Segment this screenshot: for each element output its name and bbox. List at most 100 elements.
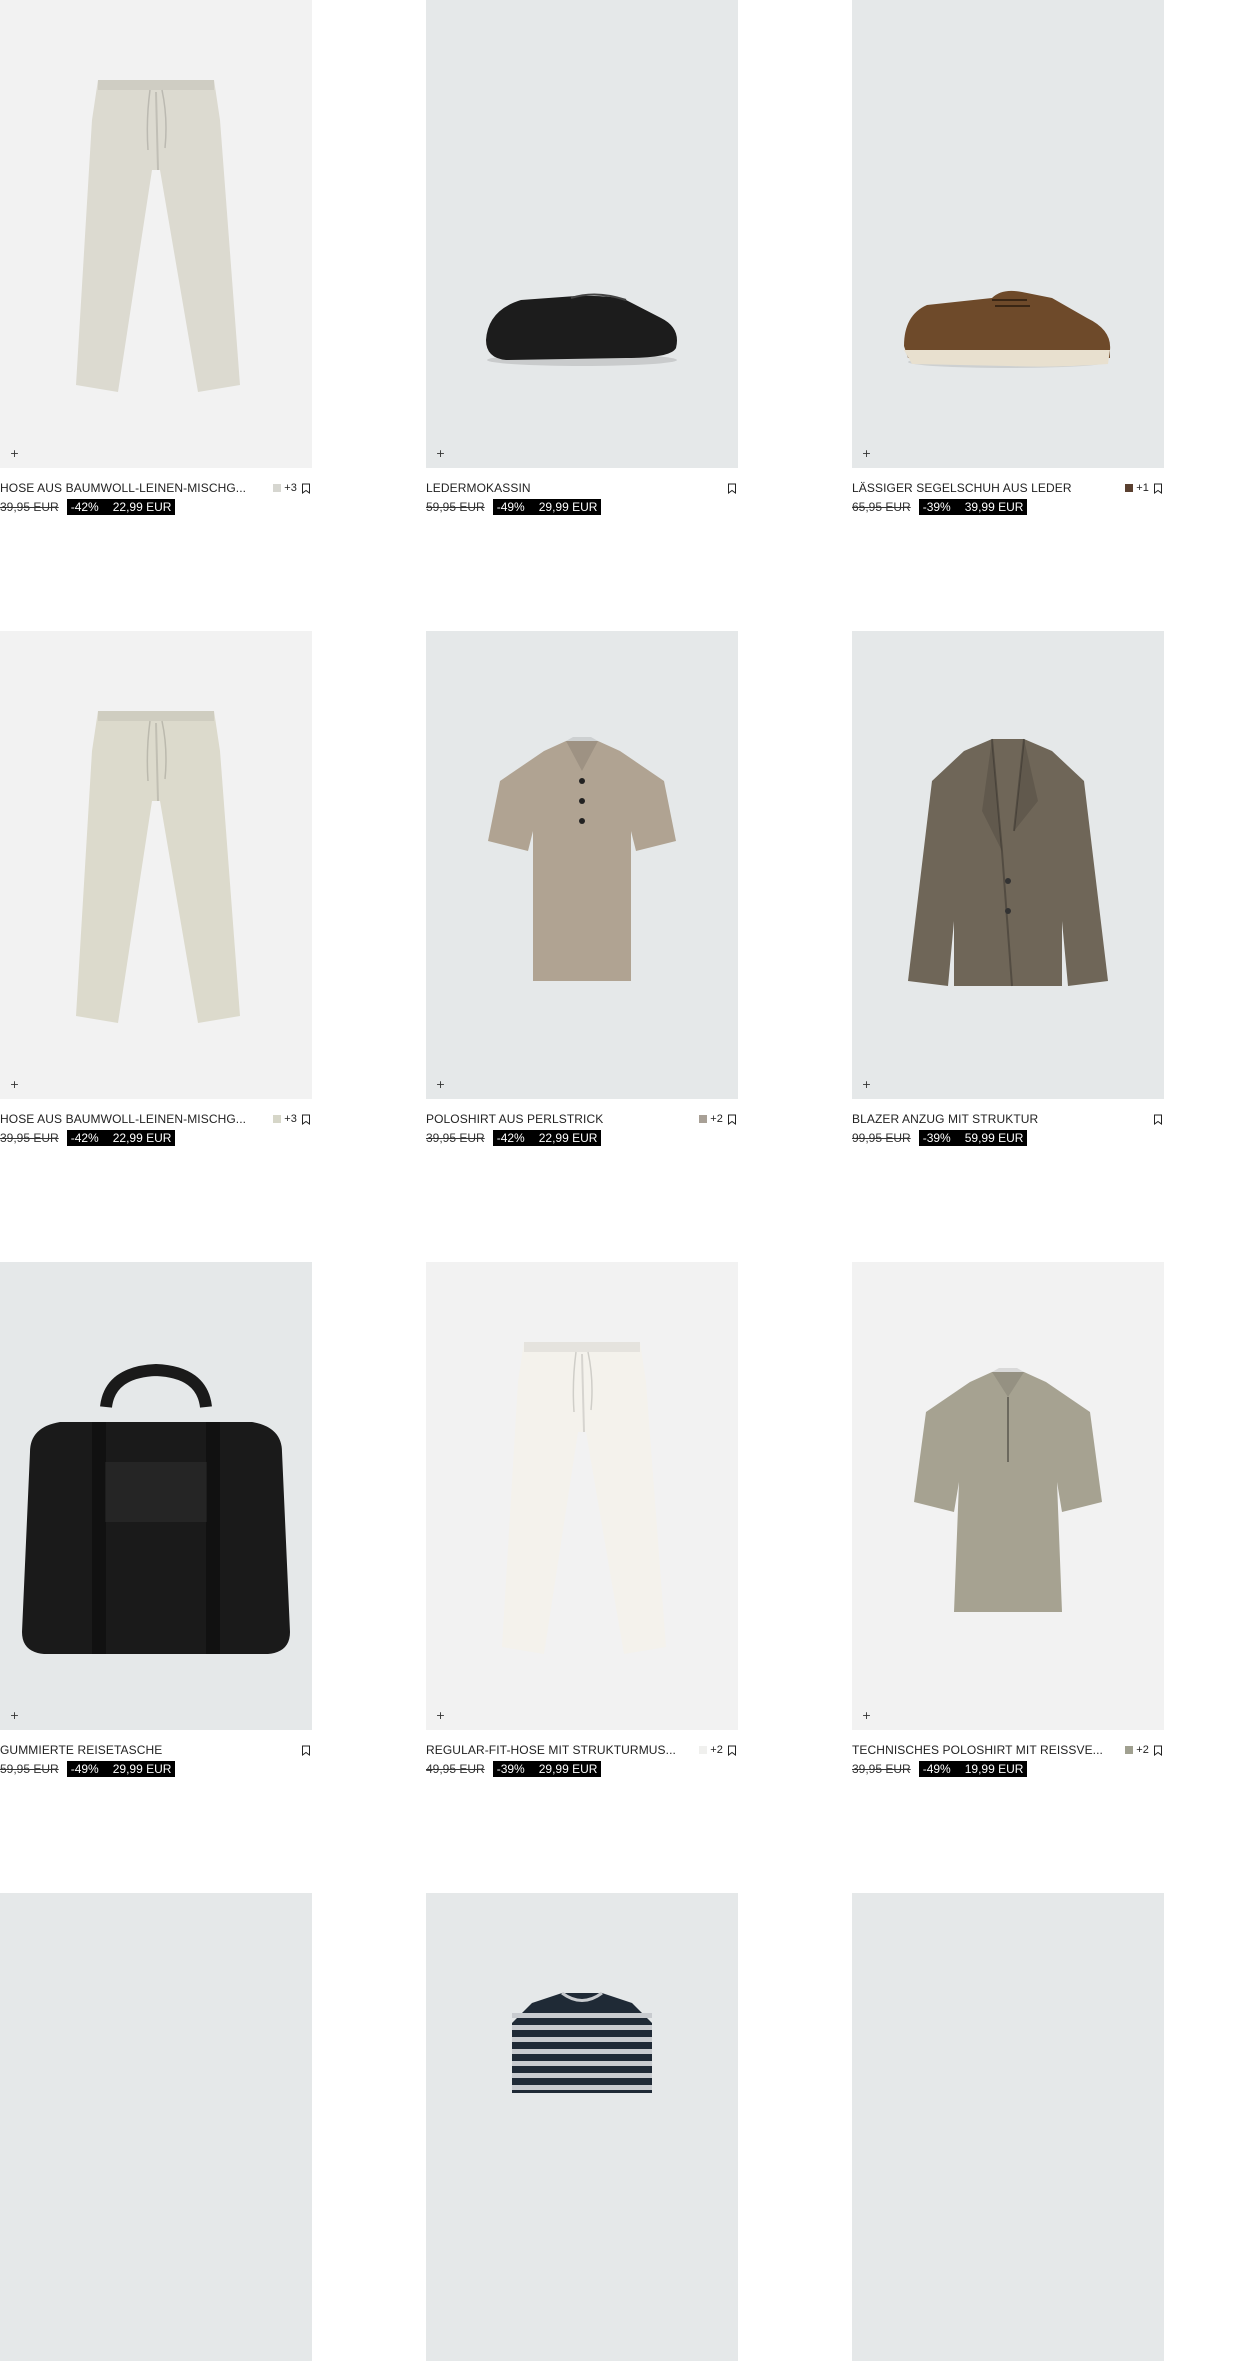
product-image[interactable]: + xyxy=(0,1262,312,1730)
product-card[interactable]: + LÄSSIGER SEGELSCHUH AUS LEDER +1 65,95 EU… xyxy=(852,0,1164,515)
bookmark-icon[interactable] xyxy=(727,1745,737,1756)
zip-polo-icon xyxy=(914,1368,1102,1612)
product-card[interactable]: + POLOSHIRT AUS PERLSTRICK +2 39,95 EUR -42%… xyxy=(426,631,738,1146)
product-info: GUMMIERTE REISETASCHE 59,95 EUR -49% 29,99 … xyxy=(0,1730,312,1777)
quick-add-icon[interactable]: + xyxy=(435,448,446,459)
price-row: 65,95 EUR -39% 39,99 EUR xyxy=(852,499,1028,515)
product-info: HOSE AUS BAUMWOLL-LEINEN-MISCHG... +3 39,9… xyxy=(0,468,312,515)
product-card[interactable]: + HOSE AUS BAUMWOLL-LEINEN-MISCHG... +3 39,… xyxy=(0,0,312,515)
sale-price: 59,99 EUR xyxy=(954,1130,1028,1146)
product-info: HOSE AUS BAUMWOLL-LEINEN-MISCHG... +3 39,9… xyxy=(0,1099,312,1146)
original-price: 59,95 EUR xyxy=(0,1762,59,1776)
price-row: 39,95 EUR -42% 22,99 EUR xyxy=(0,1130,176,1146)
quick-add-icon[interactable]: + xyxy=(861,448,872,459)
color-swatch[interactable] xyxy=(699,1746,708,1754)
bookmark-icon[interactable] xyxy=(727,483,737,494)
quick-add-icon[interactable]: + xyxy=(9,1710,20,1721)
bookmark-icon[interactable] xyxy=(301,483,311,494)
bookmark-icon[interactable] xyxy=(301,1745,311,1756)
sale-price: 22,99 EUR xyxy=(102,499,176,515)
product-title-row: GUMMIERTE REISETASCHE xyxy=(0,1743,312,1757)
product-image[interactable] xyxy=(0,1893,312,2361)
product-title[interactable]: REGULAR-FIT-HOSE MIT STRUKTURMUS... xyxy=(426,1743,693,1757)
boat-shoe-icon xyxy=(904,290,1111,368)
sale-price: 29,99 EUR xyxy=(528,1761,602,1777)
color-swatch[interactable] xyxy=(1125,484,1134,492)
product-title-row: HOSE AUS BAUMWOLL-LEINEN-MISCHG... +3 xyxy=(0,1112,312,1126)
quick-add-icon[interactable]: + xyxy=(9,1079,20,1090)
original-price: 59,95 EUR xyxy=(426,500,485,514)
product-title-row: REGULAR-FIT-HOSE MIT STRUKTURMUS... +2 xyxy=(426,1743,738,1757)
product-title-row: TECHNISCHES POLOSHIRT MIT REISSVE... +2 xyxy=(852,1743,1164,1757)
quick-add-icon[interactable]: + xyxy=(861,1079,872,1090)
product-title[interactable]: BLAZER ANZUG MIT STRUKTUR xyxy=(852,1112,1149,1126)
product-image[interactable]: + xyxy=(426,1262,738,1730)
product-image[interactable]: + xyxy=(0,0,312,468)
quick-add-icon[interactable]: + xyxy=(435,1079,446,1090)
product-image[interactable]: + xyxy=(852,1262,1164,1730)
product-card[interactable]: + TECHNISCHES POLOSHIRT MIT REISSVE... +2 3… xyxy=(852,1262,1164,1777)
product-title[interactable]: LÄSSIGER SEGELSCHUH AUS LEDER xyxy=(852,481,1119,495)
product-image[interactable]: + xyxy=(426,631,738,1099)
discount-badge: -49% xyxy=(492,499,529,515)
striped-sweater-icon xyxy=(512,1991,652,2093)
color-swatch[interactable] xyxy=(273,1115,282,1123)
price-row: 39,95 EUR -49% 19,99 EUR xyxy=(852,1761,1028,1777)
product-title[interactable]: LEDERMOKASSIN xyxy=(426,481,723,495)
bookmark-icon[interactable] xyxy=(301,1114,311,1125)
more-colors-count: +2 xyxy=(710,1744,723,1756)
bookmark-icon[interactable] xyxy=(1153,1745,1163,1756)
product-image[interactable] xyxy=(852,1893,1164,2361)
polo-icon xyxy=(488,737,676,981)
more-colors-count: +2 xyxy=(1136,1744,1149,1756)
product-card[interactable] xyxy=(852,1893,1164,2361)
quick-add-icon[interactable]: + xyxy=(861,1710,872,1721)
more-colors-count: +1 xyxy=(1136,482,1149,494)
product-card[interactable]: + BLAZER ANZUG MIT STRUKTUR 99,95 EUR -39% 5… xyxy=(852,631,1164,1146)
product-info: LEDERMOKASSIN 59,95 EUR -49% 29,99 EUR xyxy=(426,468,738,515)
bookmark-icon[interactable] xyxy=(1153,1114,1163,1125)
color-swatch[interactable] xyxy=(1125,1746,1134,1754)
quick-add-icon[interactable]: + xyxy=(435,1710,446,1721)
product-image[interactable]: + xyxy=(426,0,738,468)
product-title-row: POLOSHIRT AUS PERLSTRICK +2 xyxy=(426,1112,738,1126)
product-title[interactable]: HOSE AUS BAUMWOLL-LEINEN-MISCHG... xyxy=(0,1112,267,1126)
product-card[interactable]: + REGULAR-FIT-HOSE MIT STRUKTURMUS... +2 49… xyxy=(426,1262,738,1777)
price-row: 99,95 EUR -39% 59,99 EUR xyxy=(852,1130,1028,1146)
product-title[interactable]: GUMMIERTE REISETASCHE xyxy=(0,1743,297,1757)
quick-add-icon[interactable]: + xyxy=(9,448,20,459)
discount-badge: -49% xyxy=(66,1761,103,1777)
product-title-row: HOSE AUS BAUMWOLL-LEINEN-MISCHG... +3 xyxy=(0,481,312,495)
product-title-row: LÄSSIGER SEGELSCHUH AUS LEDER +1 xyxy=(852,481,1164,495)
product-card[interactable]: + GUMMIERTE REISETASCHE 59,95 EUR -49% 29,99… xyxy=(0,1262,312,1777)
discount-badge: -42% xyxy=(66,1130,103,1146)
product-image[interactable] xyxy=(426,1893,738,2361)
sale-price: 22,99 EUR xyxy=(102,1130,176,1146)
bookmark-icon[interactable] xyxy=(727,1114,737,1125)
more-colors-count: +3 xyxy=(284,1113,297,1125)
color-swatch[interactable] xyxy=(699,1115,708,1123)
more-colors-count: +2 xyxy=(710,1113,723,1125)
product-card[interactable] xyxy=(426,1893,738,2361)
product-card[interactable]: + LEDERMOKASSIN 59,95 EUR -49% 29,99 EUR xyxy=(426,0,738,515)
 xyxy=(852,1893,1164,2361)
product-title[interactable]: HOSE AUS BAUMWOLL-LEINEN-MISCHG... xyxy=(0,481,267,495)
product-image[interactable]: + xyxy=(852,631,1164,1099)
product-title[interactable]: TECHNISCHES POLOSHIRT MIT REISSVE... xyxy=(852,1743,1119,1757)
bookmark-icon[interactable] xyxy=(1153,483,1163,494)
product-image[interactable]: + xyxy=(852,0,1164,468)
product-title[interactable]: POLOSHIRT AUS PERLSTRICK xyxy=(426,1112,693,1126)
sale-price: 22,99 EUR xyxy=(528,1130,602,1146)
color-swatch[interactable] xyxy=(273,484,282,492)
original-price: 99,95 EUR xyxy=(852,1131,911,1145)
product-card[interactable] xyxy=(0,1893,312,2361)
more-colors-count: +3 xyxy=(284,482,297,494)
product-card[interactable]: + HOSE AUS BAUMWOLL-LEINEN-MISCHG... +3 39,… xyxy=(0,631,312,1146)
product-image[interactable]: + xyxy=(0,631,312,1099)
discount-badge: -42% xyxy=(492,1130,529,1146)
discount-badge: -49% xyxy=(918,1761,955,1777)
product-info: POLOSHIRT AUS PERLSTRICK +2 39,95 EUR -42% 2… xyxy=(426,1099,738,1146)
loafer-icon xyxy=(486,293,677,366)
original-price: 39,95 EUR xyxy=(0,1131,59,1145)
product-title-row: BLAZER ANZUG MIT STRUKTUR xyxy=(852,1112,1164,1126)
